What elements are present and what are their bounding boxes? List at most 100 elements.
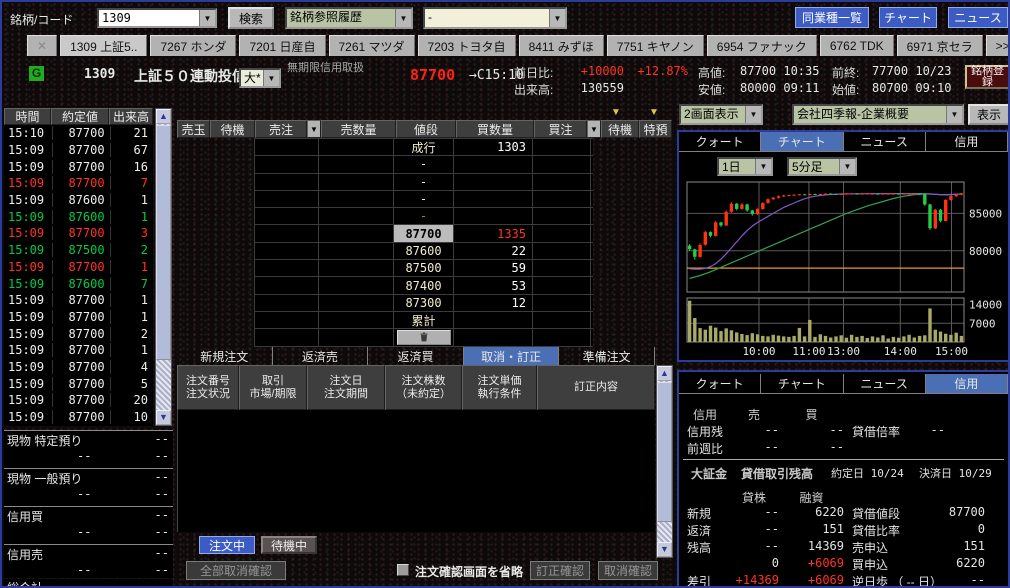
- board-buy-qty-cell[interactable]: [454, 312, 533, 328]
- board-row[interactable]: -: [255, 156, 593, 173]
- board-buy-order-cell[interactable]: [533, 225, 591, 241]
- orders-active-filter-button[interactable]: 注文中: [199, 536, 255, 554]
- board-buy-qty-cell[interactable]: [454, 191, 533, 207]
- board-sell-order-cell[interactable]: [255, 295, 319, 311]
- board-buy-order-cell[interactable]: [533, 191, 591, 207]
- chevron-down-icon[interactable]: ▼: [745, 106, 761, 123]
- board-buy-order-cell[interactable]: [533, 139, 591, 155]
- chevron-down-icon[interactable]: ▼: [839, 159, 855, 174]
- board-price-cell[interactable]: 87500: [394, 260, 454, 276]
- board-sell-qty-cell[interactable]: [319, 208, 394, 224]
- stock-tab-5[interactable]: 7203 トヨタ自: [418, 35, 516, 56]
- margin-tab-2[interactable]: ニュース: [844, 374, 926, 393]
- tape-row[interactable]: 15:09877001: [4, 342, 153, 359]
- board-buy-order-cell[interactable]: [533, 208, 591, 224]
- board-sell-qty-cell[interactable]: [319, 156, 394, 172]
- board-buy-qty-cell[interactable]: [454, 174, 533, 190]
- board-row[interactable]: 877001335: [255, 225, 593, 242]
- board-price-cell[interactable]: 87700: [394, 225, 454, 241]
- peer-list-button[interactable]: 同業種一覧: [795, 7, 869, 28]
- board-sell-order-cell[interactable]: [255, 139, 319, 155]
- sell-order-dropdown-icon[interactable]: ▼: [307, 120, 321, 138]
- board-buy-qty-cell[interactable]: 1303: [454, 139, 533, 155]
- tape-row[interactable]: 15:09877002: [4, 325, 153, 342]
- period-dropdown[interactable]: 1日 ▼: [717, 157, 773, 176]
- margin-tab-1[interactable]: チャート: [761, 374, 843, 393]
- scroll-up-icon[interactable]: ▲: [657, 366, 672, 381]
- board-price-cell[interactable]: 87600: [394, 243, 454, 259]
- stock-tab-1[interactable]: 1309 上証5..: [60, 35, 147, 56]
- order-list-body[interactable]: [177, 410, 655, 532]
- chart-button[interactable]: チャート: [879, 7, 937, 28]
- amend-confirm-button[interactable]: 訂正確認: [530, 561, 590, 580]
- chart-tab-0[interactable]: クォート: [679, 132, 761, 151]
- board-buy-qty-cell[interactable]: [454, 156, 533, 172]
- tape-row[interactable]: 15:09877004: [4, 359, 153, 376]
- order-scrollbar[interactable]: ▲ ▼: [656, 365, 673, 558]
- order-tab-3[interactable]: 取消・訂正: [464, 347, 560, 365]
- tape-row[interactable]: 15:09876001: [4, 192, 153, 209]
- board-price-cell[interactable]: 87300: [394, 295, 454, 311]
- tape-row[interactable]: 15:09877001: [4, 309, 153, 326]
- show-button[interactable]: 表示: [968, 104, 1010, 125]
- buy-order-dropdown-icon[interactable]: ▼: [587, 120, 601, 138]
- tape-row[interactable]: 15:09875002: [4, 242, 153, 259]
- chevron-down-icon[interactable]: ▼: [199, 10, 215, 26]
- board-sell-order-cell[interactable]: [255, 225, 319, 241]
- board-buy-order-cell[interactable]: [533, 174, 591, 190]
- order-tab-1[interactable]: 返済売: [273, 347, 369, 365]
- margin-tab-3[interactable]: 信用: [926, 374, 1008, 393]
- tape-row[interactable]: 15:09877003: [4, 225, 153, 242]
- symbol-code-combo[interactable]: 1309 ▼: [97, 8, 217, 28]
- cancel-all-confirm-button[interactable]: 全部取消確認: [186, 561, 286, 580]
- board-buy-order-cell[interactable]: [533, 312, 591, 328]
- scrollbar-thumb[interactable]: [657, 382, 672, 522]
- stock-tab-2[interactable]: 7267 ホンダ: [150, 35, 236, 56]
- board-sell-order-cell[interactable]: [255, 260, 319, 276]
- board-price-cell[interactable]: -: [394, 174, 454, 190]
- board-row[interactable]: 8750059: [255, 260, 593, 277]
- search-button[interactable]: 検索: [228, 7, 274, 29]
- interval-dropdown[interactable]: 5分足 ▼: [787, 157, 857, 176]
- news-button[interactable]: ニュース: [948, 7, 1008, 28]
- stock-tabs-more-button[interactable]: >>: [986, 35, 1010, 56]
- board-sell-order-cell[interactable]: [255, 156, 319, 172]
- board-sell-order-cell[interactable]: [255, 191, 319, 207]
- orders-waiting-filter-button[interactable]: 待機中: [261, 536, 317, 554]
- chart-tab-3[interactable]: 信用: [926, 132, 1008, 151]
- tape-row[interactable]: 15:09876007: [4, 275, 153, 292]
- board-price-cell[interactable]: -: [394, 156, 454, 172]
- board-price-cell[interactable]: 87400: [394, 277, 454, 293]
- board-row[interactable]: 8740053: [255, 277, 593, 294]
- cancel-confirm-button[interactable]: 取消確認: [598, 561, 658, 580]
- skip-confirm-checkbox[interactable]: [397, 564, 409, 576]
- stock-tab-4[interactable]: 7261 マツダ: [329, 35, 415, 56]
- board-sell-order-cell[interactable]: [255, 312, 319, 328]
- chevron-down-icon[interactable]: ▼: [755, 159, 771, 174]
- board-price-cell[interactable]: -: [394, 208, 454, 224]
- chart-tab-1[interactable]: チャート: [761, 132, 843, 151]
- tape-row[interactable]: 15:108770021: [4, 125, 153, 142]
- symbol-history-dropdown[interactable]: 銘柄参照履歴 ▼: [285, 7, 413, 29]
- scroll-down-icon[interactable]: ▼: [657, 542, 672, 557]
- tape-row[interactable]: 15:098770010: [4, 409, 153, 426]
- tape-row[interactable]: 15:098770020: [4, 392, 153, 409]
- stock-tab-0[interactable]: ✕: [27, 35, 57, 56]
- board-sell-order-cell[interactable]: [255, 174, 319, 190]
- dual-view-dropdown[interactable]: 2画面表示 ▼: [679, 104, 763, 125]
- trash-button[interactable]: [397, 330, 451, 345]
- tape-row[interactable]: 15:09877005: [4, 375, 153, 392]
- board-buy-qty-cell[interactable]: 22: [454, 243, 533, 259]
- board-sell-qty-cell[interactable]: [319, 260, 394, 276]
- scroll-down-icon[interactable]: ▼: [156, 410, 171, 425]
- order-tab-4[interactable]: 準備注文: [559, 347, 655, 365]
- chevron-down-icon[interactable]: ▼: [395, 9, 411, 27]
- tape-row[interactable]: 15:09877001: [4, 259, 153, 276]
- board-buy-qty-cell[interactable]: 59: [454, 260, 533, 276]
- board-row[interactable]: -: [255, 191, 593, 208]
- board-sell-qty-cell[interactable]: [319, 139, 394, 155]
- order-tab-2[interactable]: 返済買: [368, 347, 464, 365]
- board-sell-qty-cell[interactable]: [319, 174, 394, 190]
- board-sell-order-cell[interactable]: [255, 208, 319, 224]
- board-buy-order-cell[interactable]: [533, 260, 591, 276]
